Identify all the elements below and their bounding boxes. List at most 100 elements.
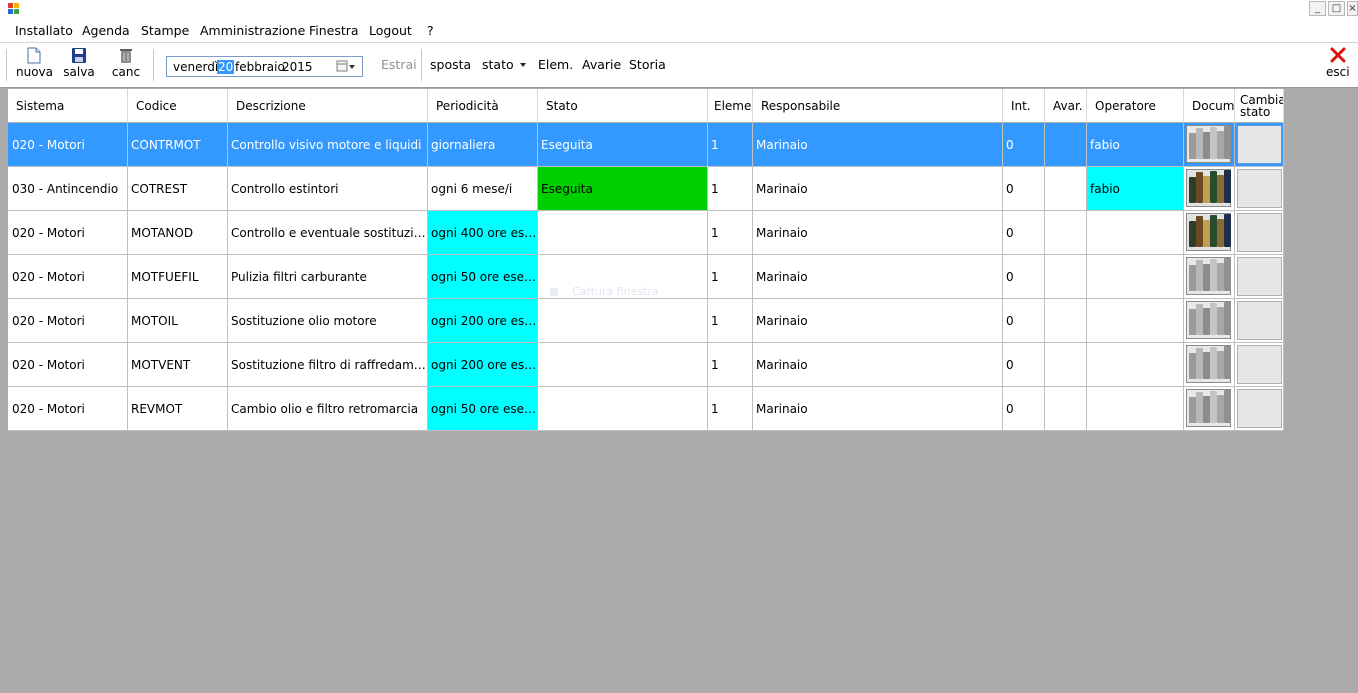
cell-codice[interactable]: COTREST xyxy=(128,167,228,211)
cell-periodicita[interactable]: ogni 6 mese/i xyxy=(428,167,538,211)
cell-descrizione[interactable]: Pulizia filtri carburante xyxy=(228,255,428,299)
column-header-3[interactable]: Periodicità xyxy=(428,89,538,123)
cell-sistema[interactable]: 020 - Motori xyxy=(8,211,128,255)
menu-amministrazione[interactable]: Amministrazione xyxy=(200,23,305,38)
minimize-button[interactable]: _ xyxy=(1309,1,1326,16)
column-header-1[interactable]: Codice xyxy=(128,89,228,123)
cell-documents[interactable] xyxy=(1184,299,1235,343)
cell-periodicita[interactable]: ogni 200 ore eserci... xyxy=(428,299,538,343)
cell-element[interactable]: 1 xyxy=(708,343,753,387)
table-row[interactable]: 020 - Motori REVMOT Cambio olio e filtro r… xyxy=(8,387,1284,431)
cell-int[interactable]: 0 xyxy=(1003,211,1045,255)
cell-avar[interactable] xyxy=(1045,255,1087,299)
cell-descrizione[interactable]: Cambio olio e filtro retromarcia xyxy=(228,387,428,431)
history-button[interactable]: Storia xyxy=(629,57,666,72)
menu-stampe[interactable]: Stampe xyxy=(141,23,189,38)
date-picker[interactable]: venerdì 20 febbraio 2015 xyxy=(166,56,363,77)
table-row[interactable]: 020 - Motori CONTRMOT Controllo visivo mot… xyxy=(8,123,1284,167)
cell-operatore[interactable] xyxy=(1087,299,1184,343)
cell-element[interactable]: 1 xyxy=(708,123,753,167)
cell-periodicita[interactable]: ogni 400 ore eserci... xyxy=(428,211,538,255)
cell-documents[interactable] xyxy=(1184,167,1235,211)
cell-sistema[interactable]: 020 - Motori xyxy=(8,123,128,167)
change-state-button[interactable] xyxy=(1237,213,1282,252)
documents-books-icon[interactable] xyxy=(1186,389,1231,427)
table-row[interactable]: 030 - Antincendio COTREST Controllo estint… xyxy=(8,167,1284,211)
cell-responsabile[interactable]: Marinaio xyxy=(753,167,1003,211)
change-state-button[interactable] xyxy=(1237,389,1282,428)
cell-codice[interactable]: MOTOIL xyxy=(128,299,228,343)
cell-documents[interactable] xyxy=(1184,211,1235,255)
cell-element[interactable]: 1 xyxy=(708,387,753,431)
column-header-2[interactable]: Descrizione xyxy=(228,89,428,123)
cell-avar[interactable] xyxy=(1045,387,1087,431)
close-button[interactable]: × xyxy=(1347,1,1358,16)
cell-responsabile[interactable]: Marinaio xyxy=(753,387,1003,431)
column-header-6[interactable]: Responsabile xyxy=(753,89,1003,123)
cell-stato[interactable] xyxy=(538,299,708,343)
faults-button[interactable]: Avarie xyxy=(582,57,621,72)
cell-codice[interactable]: MOTVENT xyxy=(128,343,228,387)
cell-sistema[interactable]: 020 - Motori xyxy=(8,299,128,343)
cell-descrizione[interactable]: Controllo visivo motore e liquidi xyxy=(228,123,428,167)
cell-sistema[interactable]: 030 - Antincendio xyxy=(8,167,128,211)
cell-codice[interactable]: REVMOT xyxy=(128,387,228,431)
cell-documents[interactable] xyxy=(1184,343,1235,387)
extract-button[interactable]: Estrai xyxy=(381,57,417,72)
cell-responsabile[interactable]: Marinaio xyxy=(753,255,1003,299)
documents-books-icon[interactable] xyxy=(1186,125,1231,163)
cell-operatore[interactable] xyxy=(1087,255,1184,299)
cell-avar[interactable] xyxy=(1045,343,1087,387)
documents-books-icon[interactable] xyxy=(1186,257,1231,295)
chevron-down-icon[interactable] xyxy=(519,62,527,68)
change-state-button[interactable] xyxy=(1237,169,1282,208)
save-button[interactable]: salva xyxy=(62,47,96,79)
cell-element[interactable]: 1 xyxy=(708,211,753,255)
cell-documents[interactable] xyxy=(1184,255,1235,299)
cell-codice[interactable]: CONTRMOT xyxy=(128,123,228,167)
cell-int[interactable]: 0 xyxy=(1003,343,1045,387)
cell-sistema[interactable]: 020 - Motori xyxy=(8,343,128,387)
cell-stato[interactable] xyxy=(538,211,708,255)
change-state-button[interactable] xyxy=(1237,125,1282,164)
cell-operatore[interactable] xyxy=(1087,387,1184,431)
cell-int[interactable]: 0 xyxy=(1003,387,1045,431)
cell-avar[interactable] xyxy=(1045,123,1087,167)
restore-button[interactable]: □ xyxy=(1328,1,1345,16)
cell-stato[interactable] xyxy=(538,387,708,431)
cell-avar[interactable] xyxy=(1045,299,1087,343)
cell-responsabile[interactable]: Marinaio xyxy=(753,123,1003,167)
cell-descrizione[interactable]: Controllo e eventuale sostituzione ano..… xyxy=(228,211,428,255)
cell-operatore[interactable] xyxy=(1087,211,1184,255)
cell-int[interactable]: 0 xyxy=(1003,123,1045,167)
table-row[interactable]: 020 - Motori MOTANOD Controllo e eventuale… xyxy=(8,211,1284,255)
change-state-button[interactable] xyxy=(1237,345,1282,384)
cell-descrizione[interactable]: Sostituzione olio motore xyxy=(228,299,428,343)
table-row[interactable]: 020 - Motori MOTOIL Sostituzione olio moto… xyxy=(8,299,1284,343)
change-state-button[interactable] xyxy=(1237,301,1282,340)
menu-help[interactable]: ? xyxy=(427,23,434,38)
cell-stato[interactable] xyxy=(538,343,708,387)
cell-sistema[interactable]: 020 - Motori xyxy=(8,387,128,431)
cell-responsabile[interactable]: Marinaio xyxy=(753,211,1003,255)
exit-button[interactable]: esci xyxy=(1326,47,1350,79)
menu-installato[interactable]: Installato xyxy=(15,23,73,38)
change-state-button[interactable] xyxy=(1237,257,1282,296)
cell-avar[interactable] xyxy=(1045,167,1087,211)
cell-avar[interactable] xyxy=(1045,211,1087,255)
cell-periodicita[interactable]: ogni 200 ore eserci... xyxy=(428,343,538,387)
cell-documents[interactable] xyxy=(1184,123,1235,167)
cell-sistema[interactable]: 020 - Motori xyxy=(8,255,128,299)
elements-button[interactable]: Elem. xyxy=(538,57,573,72)
state-dropdown[interactable]: stato xyxy=(482,57,514,72)
menu-finestra[interactable]: Finestra xyxy=(309,23,359,38)
cell-codice[interactable]: MOTANOD xyxy=(128,211,228,255)
cell-operatore[interactable]: fabio xyxy=(1087,123,1184,167)
documents-books-icon[interactable] xyxy=(1186,169,1231,207)
cell-responsabile[interactable]: Marinaio xyxy=(753,299,1003,343)
move-button[interactable]: sposta xyxy=(430,57,471,72)
menu-agenda[interactable]: Agenda xyxy=(82,23,130,38)
column-header-11[interactable]: Cambia stato xyxy=(1235,89,1284,123)
cell-operatore[interactable]: fabio xyxy=(1087,167,1184,211)
column-header-10[interactable]: Docum. xyxy=(1184,89,1235,123)
